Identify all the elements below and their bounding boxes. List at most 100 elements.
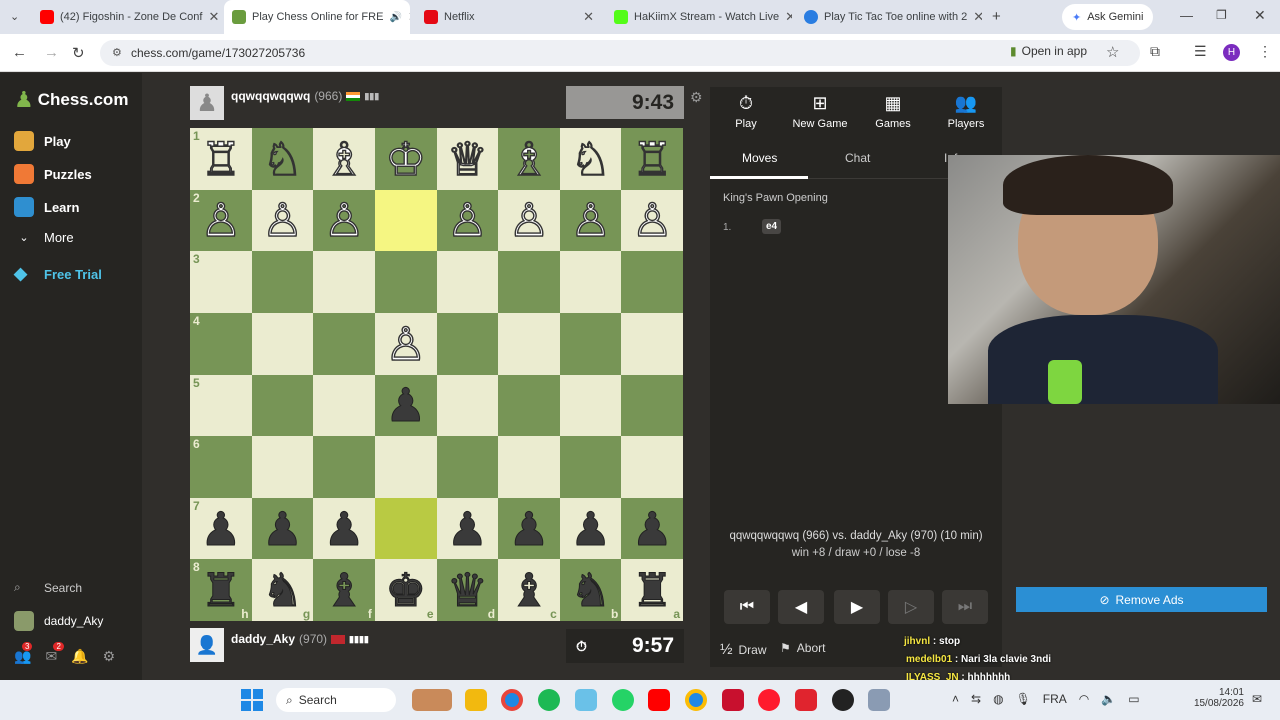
- gemini-button[interactable]: ✦ Ask Gemini: [1062, 4, 1154, 30]
- draw-button[interactable]: ½ Draw: [720, 641, 767, 658]
- white-pawn-piece[interactable]: ♙: [508, 197, 551, 244]
- opera-icon[interactable]: [758, 689, 780, 711]
- board-square[interactable]: [374, 189, 437, 252]
- whatsapp-icon[interactable]: [612, 689, 634, 711]
- settings-app-icon[interactable]: [868, 689, 890, 711]
- browser-menu-icon[interactable]: ⋮: [1258, 43, 1272, 60]
- tray-chevron-icon[interactable]: ˄: [952, 692, 959, 706]
- board-square[interactable]: 5: [190, 374, 252, 437]
- tab-moves[interactable]: Moves: [742, 151, 777, 165]
- bottom-player-name[interactable]: daddy_Aky: [231, 632, 295, 646]
- board-square[interactable]: [436, 312, 499, 375]
- black-queen-piece[interactable]: ♛: [446, 567, 488, 614]
- opening-name[interactable]: King's Pawn Opening: [723, 192, 828, 204]
- board-square[interactable]: [559, 312, 622, 375]
- board-square[interactable]: ♘: [559, 128, 622, 190]
- white-knight-piece[interactable]: ♘: [261, 135, 304, 182]
- close-tab-icon[interactable]: ✕: [785, 9, 792, 25]
- speaker-icon[interactable]: 🔊: [389, 12, 401, 23]
- browser-tab-tictactoe[interactable]: Play Tic Tac Toe online with 2 ✕: [796, 0, 982, 34]
- next-move-button[interactable]: ▶: [834, 590, 880, 624]
- board-square[interactable]: b ♞: [559, 559, 622, 621]
- sidebar-item-more[interactable]: ⌄ More: [14, 230, 73, 245]
- black-pawn-piece[interactable]: ♟: [323, 505, 365, 552]
- black-knight-piece[interactable]: ♞: [569, 567, 611, 614]
- board-square[interactable]: [559, 251, 622, 313]
- white-rook-piece[interactable]: ♖: [199, 135, 242, 182]
- tray-mic-icon[interactable]: 🎙: [1016, 692, 1031, 706]
- board-square[interactable]: ♟: [251, 497, 314, 560]
- black-pawn-piece[interactable]: ♟: [385, 382, 427, 429]
- bottom-player-avatar[interactable]: 👤: [190, 628, 224, 662]
- white-pawn-piece[interactable]: ♙: [631, 197, 674, 244]
- mail-icon[interactable]: ✉ 2: [45, 642, 64, 665]
- reading-list-icon[interactable]: ☰: [1194, 43, 1207, 60]
- wifi-icon[interactable]: ◠: [1079, 692, 1089, 706]
- open-in-app-button[interactable]: ▮ Open in app: [1010, 44, 1087, 58]
- browser-tab-netflix[interactable]: Netflix ✕: [416, 0, 602, 34]
- board-square[interactable]: a ♜: [621, 559, 683, 621]
- browser-tab-stream[interactable]: HaKiimX Stream - Watch Live ✕: [606, 0, 792, 34]
- white-rook-piece[interactable]: ♖: [631, 135, 674, 182]
- sidebar-user[interactable]: daddy_Aky: [14, 611, 103, 631]
- tab-search-icon[interactable]: ⌄: [10, 10, 19, 23]
- black-pawn-piece[interactable]: ♟: [508, 505, 550, 552]
- sidebar-item-play[interactable]: Play: [14, 131, 71, 151]
- spotify-icon[interactable]: [538, 689, 560, 711]
- profile-avatar[interactable]: H: [1223, 44, 1240, 61]
- sidebar-item-puzzles[interactable]: Puzzles: [14, 164, 92, 184]
- board-square[interactable]: 6: [190, 436, 252, 498]
- move-e4[interactable]: e4: [762, 219, 782, 234]
- board-square[interactable]: ♟: [374, 374, 437, 437]
- board-square[interactable]: 7 ♟: [190, 497, 252, 560]
- volume-icon[interactable]: 🔈: [1101, 692, 1116, 706]
- board-square[interactable]: ♗: [313, 128, 375, 190]
- tab-chat[interactable]: Chat: [845, 151, 870, 165]
- abort-button[interactable]: ⚑ Abort: [780, 641, 825, 655]
- white-bishop-piece[interactable]: ♗: [323, 135, 366, 182]
- white-knight-piece[interactable]: ♘: [569, 135, 612, 182]
- minimize-button[interactable]: —: [1180, 8, 1193, 23]
- black-bishop-piece[interactable]: ♝: [323, 567, 365, 614]
- board-square[interactable]: [313, 251, 375, 313]
- browser-tab-youtube[interactable]: (42) Figoshin - Zone De Conf ✕: [32, 0, 220, 34]
- chess-logo[interactable]: ♟ Chess.com: [14, 87, 128, 113]
- board-square[interactable]: [251, 251, 314, 313]
- board-square[interactable]: ♙: [621, 189, 683, 252]
- close-tab-icon[interactable]: ✕: [208, 9, 219, 25]
- board-square[interactable]: ♕: [436, 128, 499, 190]
- white-pawn-piece[interactable]: ♙: [569, 197, 612, 244]
- url-text[interactable]: chess.com/game/173027205736: [131, 46, 305, 60]
- tray-security-icon[interactable]: ◍: [993, 692, 1003, 706]
- board-square[interactable]: ♙: [313, 189, 375, 252]
- forward-icon[interactable]: →: [44, 44, 59, 61]
- board-square[interactable]: ♟: [559, 497, 622, 560]
- board-settings-icon[interactable]: ⚙: [690, 89, 703, 106]
- white-pawn-piece[interactable]: ♙: [323, 197, 366, 244]
- remove-ads-button[interactable]: ⊘ Remove Ads: [1016, 587, 1267, 612]
- white-bishop-piece[interactable]: ♗: [508, 135, 551, 182]
- panel-new-game-button[interactable]: ⊞ New Game: [785, 93, 855, 130]
- board-square[interactable]: [498, 374, 560, 437]
- reload-icon[interactable]: ↻: [72, 44, 85, 62]
- close-tab-icon[interactable]: ✕: [583, 9, 594, 25]
- board-square[interactable]: [621, 251, 683, 313]
- tray-app-icon[interactable]: ⇆: [971, 692, 981, 706]
- taskbar-clock[interactable]: 14:01 15/08/2026: [1192, 687, 1244, 709]
- board-square[interactable]: ♟: [498, 497, 560, 560]
- gear-icon[interactable]: ⚙: [103, 648, 116, 665]
- black-knight-piece[interactable]: ♞: [261, 567, 303, 614]
- board-square[interactable]: 3: [190, 251, 252, 313]
- bell-icon[interactable]: 🔔: [71, 648, 88, 665]
- bookmark-star-icon[interactable]: ☆: [1106, 43, 1119, 61]
- board-square[interactable]: [251, 312, 314, 375]
- board-square[interactable]: [251, 374, 314, 437]
- board-square[interactable]: ♔: [374, 128, 437, 190]
- board-square[interactable]: [498, 436, 560, 498]
- black-pawn-piece[interactable]: ♟: [261, 505, 303, 552]
- board-square[interactable]: g ♞: [251, 559, 314, 621]
- last-move-button[interactable]: ⏭: [942, 590, 988, 624]
- board-square[interactable]: c ♝: [498, 559, 560, 621]
- board-square[interactable]: d ♛: [436, 559, 499, 621]
- taskbar-widget-icon[interactable]: [412, 689, 452, 711]
